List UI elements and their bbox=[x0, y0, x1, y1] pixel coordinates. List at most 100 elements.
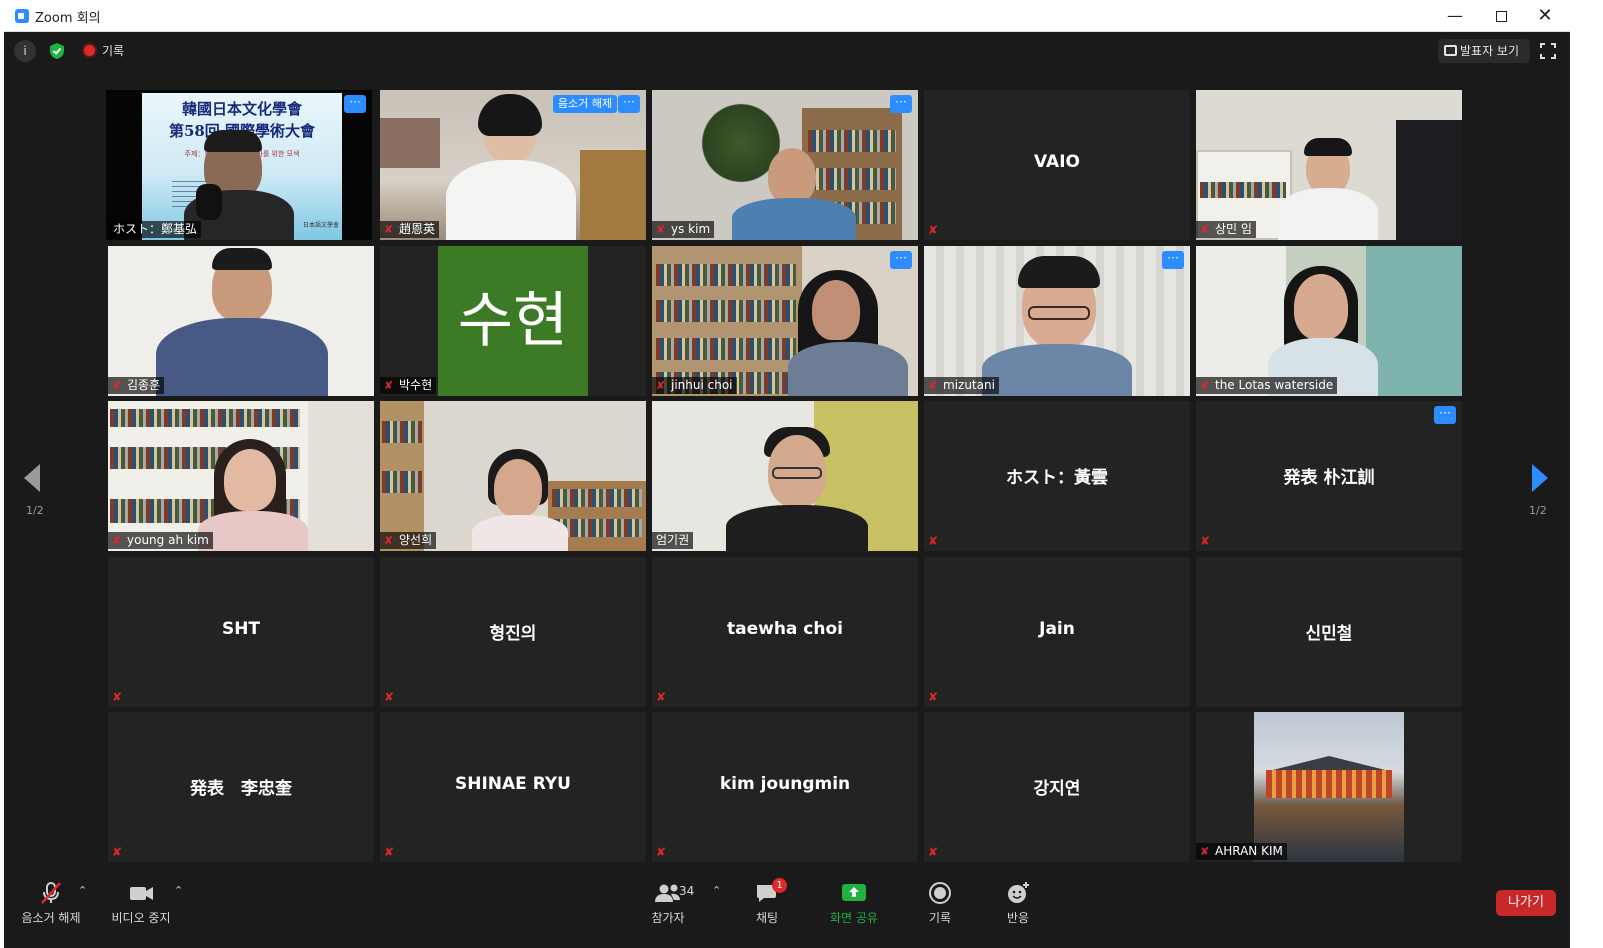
participant-name: ✘ 양선희 bbox=[380, 532, 437, 549]
share-screen-label: 화면 공유 bbox=[830, 911, 878, 925]
share-screen-button[interactable]: 화면 공유 bbox=[822, 880, 886, 926]
participant-tile[interactable]: 형진의 ✘ bbox=[380, 557, 646, 707]
participant-name-center: 형진의 bbox=[489, 624, 537, 644]
muted-mic-icon: ✘ bbox=[928, 690, 939, 704]
slide-title: 韓國日本文化學會 bbox=[181, 100, 302, 118]
video-options-caret-icon[interactable]: ⌃ bbox=[174, 884, 183, 897]
participant-tile[interactable]: SHT ✘ bbox=[108, 557, 374, 707]
recording-label: 기록 bbox=[102, 44, 125, 58]
minimize-button[interactable]: — bbox=[1432, 0, 1478, 32]
muted-mic-icon: ✘ bbox=[1200, 379, 1210, 392]
speaker-view-button[interactable]: 발표자 보기 bbox=[1438, 39, 1530, 63]
audio-options-caret-icon[interactable]: ⌃ bbox=[78, 884, 87, 897]
maximize-button[interactable] bbox=[1478, 0, 1524, 32]
muted-mic-icon: ✘ bbox=[928, 223, 939, 237]
participant-tile[interactable]: ✘ 김종훈 bbox=[108, 246, 374, 396]
books-shape bbox=[656, 338, 796, 360]
muted-mic-icon: ✘ bbox=[384, 845, 395, 859]
reactions-button[interactable]: 반응 bbox=[996, 880, 1040, 926]
participant-tile[interactable]: SHINAE RYU ✘ bbox=[380, 712, 646, 862]
encryption-shield-icon[interactable] bbox=[46, 40, 68, 62]
participant-face bbox=[812, 280, 860, 340]
chat-button[interactable]: 1 채팅 bbox=[742, 878, 792, 926]
video-feed bbox=[652, 246, 918, 396]
participant-tile[interactable]: 엄기권 bbox=[652, 401, 918, 551]
more-options-icon[interactable]: ··· bbox=[618, 95, 640, 113]
previous-page-arrow-icon[interactable] bbox=[24, 464, 40, 492]
participant-tile[interactable]: 음소거 해제 ··· ✘ 趙恩英 bbox=[380, 90, 646, 240]
muted-mic-icon: ✘ bbox=[928, 534, 939, 548]
more-options-icon[interactable]: ··· bbox=[344, 95, 366, 113]
books-shape bbox=[382, 421, 422, 443]
participant-name: ✘ jinhui choi bbox=[652, 377, 737, 394]
fullscreen-icon[interactable] bbox=[1540, 43, 1556, 59]
stop-video-button[interactable]: 비디오 중지 bbox=[108, 880, 174, 926]
share-screen-icon bbox=[822, 880, 886, 906]
participant-name: ✘ mizutani bbox=[924, 377, 999, 394]
more-options-icon[interactable]: ··· bbox=[1434, 406, 1456, 424]
speaker-view-icon bbox=[1444, 45, 1457, 56]
muted-mic-icon: ✘ bbox=[384, 534, 394, 547]
participant-tile[interactable]: 수현 ✘ 박수현 bbox=[380, 246, 646, 396]
participant-tile[interactable]: taewha choi ✘ bbox=[652, 557, 918, 707]
speaker-hair bbox=[204, 130, 262, 152]
participant-hair bbox=[478, 94, 542, 136]
participant-tile[interactable]: ✘ 상민 임 bbox=[1196, 90, 1462, 240]
chat-unread-badge: 1 bbox=[772, 878, 787, 893]
participant-tile[interactable]: 신민철 bbox=[1196, 557, 1462, 707]
participant-tile[interactable]: 発表 李忠奎 ✘ bbox=[108, 712, 374, 862]
more-options-icon[interactable]: ··· bbox=[890, 251, 912, 269]
participant-name-center: taewha choi bbox=[726, 619, 843, 639]
next-page-arrow-icon[interactable] bbox=[1532, 464, 1548, 492]
glasses-shape bbox=[1028, 306, 1090, 320]
participant-tile[interactable]: ✘ young ah kim bbox=[108, 401, 374, 551]
participant-tile[interactable]: Jain ✘ bbox=[924, 557, 1190, 707]
participant-tile[interactable]: 韓國日本文化學會 第58回 國際學術大會 주제：한국 대학 ... 활성화를 위… bbox=[106, 90, 372, 240]
pavilion-roof-shape bbox=[1272, 756, 1386, 770]
books-shape bbox=[1200, 182, 1286, 198]
video-feed bbox=[108, 401, 374, 551]
participant-tile[interactable]: ✘ AHRAN KIM bbox=[1196, 712, 1462, 862]
participant-tile[interactable]: VAIO ✘ bbox=[924, 90, 1190, 240]
unmute-button[interactable]: 음소거 해제 bbox=[18, 880, 84, 926]
participant-tile[interactable]: kim joungmin ✘ bbox=[652, 712, 918, 862]
participant-tile[interactable]: ··· ✘ ys kim bbox=[652, 90, 918, 240]
more-options-icon[interactable]: ··· bbox=[890, 95, 912, 113]
dark-jacket-shape bbox=[1396, 120, 1462, 240]
muted-mic-icon: ✘ bbox=[384, 223, 394, 236]
muted-mic-icon: ✘ bbox=[1200, 845, 1210, 858]
participant-torso bbox=[472, 515, 568, 551]
speaker-view-label: 발표자 보기 bbox=[1460, 44, 1520, 58]
books-shape bbox=[656, 264, 796, 286]
record-button[interactable]: 기록 bbox=[918, 880, 962, 926]
leave-meeting-button[interactable]: 나가기 bbox=[1496, 890, 1556, 916]
participant-torso bbox=[982, 344, 1132, 396]
participant-tile[interactable]: 강지연 ✘ bbox=[924, 712, 1190, 862]
profile-avatar: 수현 bbox=[438, 246, 588, 396]
participant-name: ✘ 박수현 bbox=[380, 377, 437, 394]
muted-mic-icon: ✘ bbox=[384, 690, 395, 704]
muted-mic-icon: ✘ bbox=[656, 845, 667, 859]
unmute-request-button[interactable]: 음소거 해제 bbox=[552, 95, 617, 113]
participant-name-center: ホスト：黃雲 bbox=[1006, 468, 1108, 488]
muted-mic-icon: ✘ bbox=[928, 845, 939, 859]
participant-name-center: 発表 李忠奎 bbox=[190, 779, 292, 799]
participant-torso bbox=[726, 505, 868, 551]
participants-caret-icon[interactable]: ⌃ bbox=[712, 884, 721, 897]
participant-tile[interactable]: ✘ 양선희 bbox=[380, 401, 646, 551]
profile-picture bbox=[1254, 712, 1404, 862]
meeting-info-icon[interactable]: i bbox=[14, 40, 36, 62]
close-window-button[interactable]: ✕ bbox=[1522, 0, 1568, 32]
participant-tile[interactable]: ··· 発表 朴江訓 ✘ bbox=[1196, 401, 1462, 551]
participant-tile[interactable]: ✘ the Lotas waterside bbox=[1196, 246, 1462, 396]
participant-name: ✘ 상민 임 bbox=[1196, 221, 1256, 238]
video-feed bbox=[924, 246, 1190, 396]
more-options-icon[interactable]: ··· bbox=[1162, 251, 1184, 269]
participants-label: 참가자 bbox=[651, 911, 685, 925]
participant-hair bbox=[1018, 256, 1100, 288]
zoom-window: Zoom 회의 — ✕ i 기록 발표자 보기 1/2 1/2 韓國日本文化學會… bbox=[4, 0, 1570, 948]
participant-tile[interactable]: ··· ✘ jinhui choi bbox=[652, 246, 918, 396]
participant-tile[interactable]: ··· ✘ mizutani bbox=[924, 246, 1190, 396]
participant-tile[interactable]: ホスト：黃雲 ✘ bbox=[924, 401, 1190, 551]
chat-label: 채팅 bbox=[755, 911, 779, 925]
